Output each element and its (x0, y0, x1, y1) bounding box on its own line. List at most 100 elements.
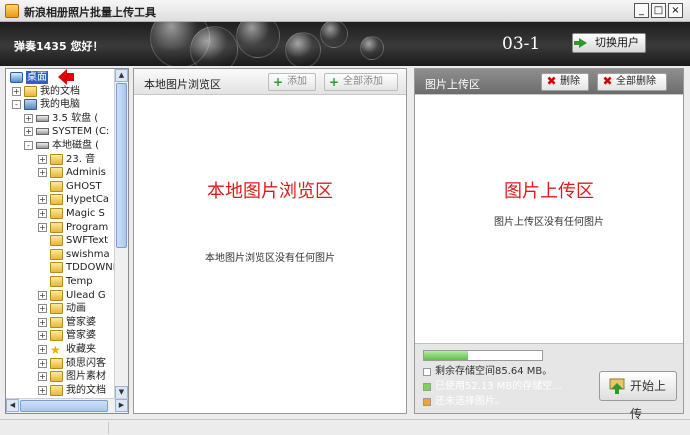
tree-horizontal-scrollbar[interactable]: ◀ ▶ (6, 398, 128, 413)
storage-info: 剩余存储空间85.64 MB。 已使用52.13 MB的存储空... 还未选择图… (415, 343, 683, 421)
storage-progress-bar (423, 350, 543, 361)
arrow-right-icon (574, 38, 587, 48)
scroll-right-icon[interactable]: ▶ (115, 399, 128, 412)
switch-user-button[interactable]: 切换用户 (572, 33, 646, 53)
folder-icon (50, 316, 63, 328)
start-upload-label: 开始上传 (630, 379, 667, 421)
upload-empty-message: 图片上传区没有任何图片 (494, 217, 604, 228)
expand-icon[interactable]: + (38, 345, 47, 354)
user-code: 03-1 (502, 34, 541, 54)
tree-item-label: 本地磁盘 ( (52, 140, 100, 151)
tree-item-label: GHOST (66, 180, 102, 192)
tree-item-label: HypetCa (66, 194, 109, 206)
expand-icon[interactable]: + (24, 127, 33, 137)
tree-vertical-scrollbar[interactable]: ▲ ▼ (114, 69, 128, 399)
tree-item-label: SWFText (66, 235, 109, 247)
used-swatch (423, 383, 431, 391)
scroll-thumb[interactable] (116, 83, 127, 248)
folder-tree[interactable]: 桌面 + 我的文档 - 我的电脑 +3.5 软盘 (+ SYSTEM (C: - 本地磁盘 (+… (5, 68, 129, 414)
greeting-text: 弹奏1435 您好！ (14, 40, 104, 53)
drive-icon (36, 128, 49, 136)
expand-icon[interactable]: + (38, 154, 47, 164)
expand-icon[interactable]: + (38, 195, 47, 205)
expand-icon[interactable]: + (38, 372, 47, 382)
star-icon: ★ (50, 343, 61, 357)
add-button[interactable]: + 添加 (268, 73, 316, 91)
start-upload-button[interactable]: 开始上传 (599, 371, 677, 421)
expand-icon[interactable]: + (38, 209, 47, 218)
main-area: 桌面 + 我的文档 - 我的电脑 +3.5 软盘 (+ SYSTEM (C: - 本地磁盘 (+… (0, 66, 690, 421)
upload-icon (609, 378, 625, 394)
used-space-row: 已使用52.13 MB的存储空... (423, 381, 562, 393)
used-space-text: 已使用52.13 MB的存储空... (435, 381, 562, 392)
collapse-icon[interactable]: - (12, 100, 21, 110)
tree-item-label: 管家婆 (66, 316, 96, 328)
close-button[interactable]: × (668, 3, 683, 18)
tree-item-label: 我的文档 (66, 384, 106, 396)
folder-icon (50, 357, 63, 369)
tree-item-label: 收藏夹 (66, 344, 96, 355)
folder-icon (50, 167, 63, 179)
header-banner: 弹奏1435 您好！ 03-1 切换用户 (0, 22, 690, 66)
selection-note-text: 还未选择图片。 (435, 396, 505, 407)
expand-icon[interactable]: + (38, 358, 47, 368)
tree-item-label: Ulead G (66, 289, 106, 301)
expand-icon[interactable]: + (38, 222, 47, 232)
expand-icon[interactable]: + (38, 331, 47, 341)
tree-item-label: 3.5 软盘 ( (52, 112, 99, 124)
folder-icon (50, 153, 63, 165)
tree-item-label: 23. 音 (66, 153, 96, 165)
folder-icon (24, 85, 37, 97)
folder-icon (50, 208, 63, 219)
folder-icon (50, 276, 63, 287)
expand-icon[interactable]: + (24, 113, 33, 123)
upload-area-label: 图片上传区 (504, 181, 594, 202)
browse-panel-header: 本地图片浏览区 + 添加 + 全部添加 (134, 69, 406, 95)
computer-icon (24, 99, 37, 111)
status-divider (108, 422, 109, 434)
selection-note-row: 还未选择图片。 (423, 396, 505, 408)
expand-icon[interactable]: + (38, 168, 47, 178)
add-button-label: 添加 (287, 76, 307, 87)
scroll-left-icon[interactable]: ◀ (6, 399, 19, 412)
red-arrow-indicator (58, 69, 74, 85)
folder-icon (50, 330, 63, 342)
expand-icon[interactable]: + (38, 385, 47, 395)
folder-icon (50, 303, 63, 315)
decorative-bubble (236, 22, 280, 58)
tree-item-label: 桌面 (26, 71, 48, 84)
folder-icon (50, 221, 63, 233)
folder-icon (50, 248, 63, 260)
expand-icon[interactable]: + (38, 304, 47, 314)
tree-item-label: Adminis (66, 167, 106, 179)
free-swatch (423, 368, 431, 376)
delete-button[interactable]: ✖ 删除 (541, 73, 589, 91)
expand-icon[interactable]: + (38, 290, 47, 300)
add-all-button[interactable]: + 全部添加 (324, 73, 398, 91)
add-all-button-label: 全部添加 (343, 76, 383, 87)
floppy-icon (36, 114, 49, 122)
close-icon: × (671, 5, 680, 16)
title-bar: 新浪相册照片批量上传工具 _ □ × (0, 0, 690, 22)
minimize-icon: _ (639, 5, 644, 16)
tree-item-label: 管家婆 (66, 330, 96, 342)
scroll-thumb[interactable] (20, 400, 108, 412)
upload-panel-title: 图片上传区 (425, 78, 480, 91)
decorative-bubble (360, 36, 384, 60)
tree-item-label: 我的文档 (40, 85, 80, 97)
delete-all-button[interactable]: ✖ 全部删除 (597, 73, 667, 91)
browse-panel-title: 本地图片浏览区 (144, 78, 221, 91)
app-icon (5, 4, 19, 18)
tree-item-label: 图片素材 (66, 371, 106, 383)
upload-panel-header: 图片上传区 ✖ 删除 ✖ 全部删除 (415, 69, 683, 95)
minimize-button[interactable]: _ (634, 3, 649, 18)
tree-item-label: Magic S (66, 208, 105, 219)
collapse-icon[interactable]: - (24, 141, 33, 150)
tree-item-label: Temp (66, 276, 93, 287)
plus-icon: + (273, 75, 284, 89)
free-space-row: 剩余存储空间85.64 MB。 (423, 366, 552, 378)
expand-icon[interactable]: + (12, 86, 21, 96)
scroll-up-icon[interactable]: ▲ (115, 69, 128, 82)
maximize-button[interactable]: □ (651, 3, 666, 18)
expand-icon[interactable]: + (38, 317, 47, 327)
